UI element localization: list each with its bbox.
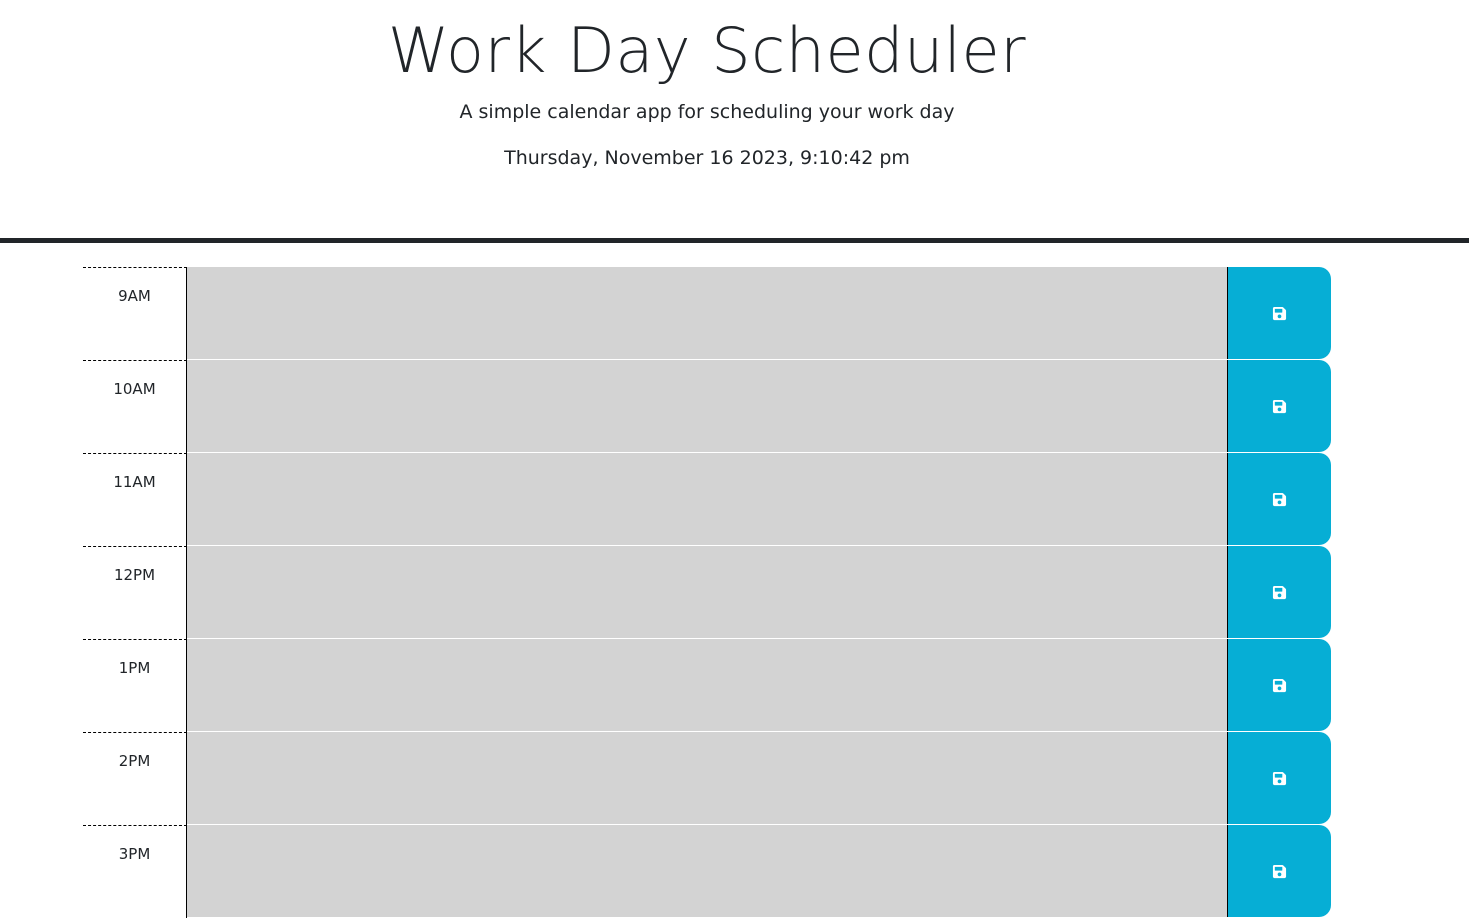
page-subtitle: A simple calendar app for scheduling you…	[459, 101, 955, 123]
time-block-row: 1PM	[83, 639, 1331, 732]
save-icon	[1272, 771, 1287, 786]
hour-label: 1PM	[83, 639, 187, 732]
schedule-container: 9AM 10AM 11AM 12PM 1PM 2PM 3PM	[83, 267, 1331, 918]
description-input[interactable]	[187, 825, 1227, 918]
save-icon	[1272, 306, 1287, 321]
save-icon	[1272, 678, 1287, 693]
hour-label: 3PM	[83, 825, 187, 918]
save-icon	[1272, 585, 1287, 600]
description-input[interactable]	[187, 546, 1227, 639]
description-input[interactable]	[187, 360, 1227, 453]
save-button[interactable]	[1227, 360, 1331, 452]
header: Work Day Scheduler A simple calendar app…	[0, 0, 1469, 243]
description-input[interactable]	[187, 453, 1227, 546]
save-button[interactable]	[1227, 639, 1331, 731]
save-button[interactable]	[1227, 267, 1331, 359]
hour-label: 12PM	[83, 546, 187, 639]
save-icon	[1272, 864, 1287, 879]
description-input[interactable]	[187, 639, 1227, 732]
save-button[interactable]	[1227, 732, 1331, 824]
save-button[interactable]	[1227, 546, 1331, 638]
time-block-row: 11AM	[83, 453, 1331, 546]
hour-label: 10AM	[83, 360, 187, 453]
time-block-row: 12PM	[83, 546, 1331, 639]
time-block-row: 9AM	[83, 267, 1331, 360]
time-block-row: 10AM	[83, 360, 1331, 453]
save-button[interactable]	[1227, 825, 1331, 917]
hour-label: 11AM	[83, 453, 187, 546]
time-block-row: 2PM	[83, 732, 1331, 825]
hour-label: 2PM	[83, 732, 187, 825]
description-input[interactable]	[187, 267, 1227, 360]
page-title: Work Day Scheduler	[387, 14, 1027, 87]
hour-label: 9AM	[83, 267, 187, 360]
description-input[interactable]	[187, 732, 1227, 825]
time-block-row: 3PM	[83, 825, 1331, 918]
save-icon	[1272, 399, 1287, 414]
save-button[interactable]	[1227, 453, 1331, 545]
current-day: Thursday, November 16 2023, 9:10:42 pm	[504, 147, 910, 169]
save-icon	[1272, 492, 1287, 507]
